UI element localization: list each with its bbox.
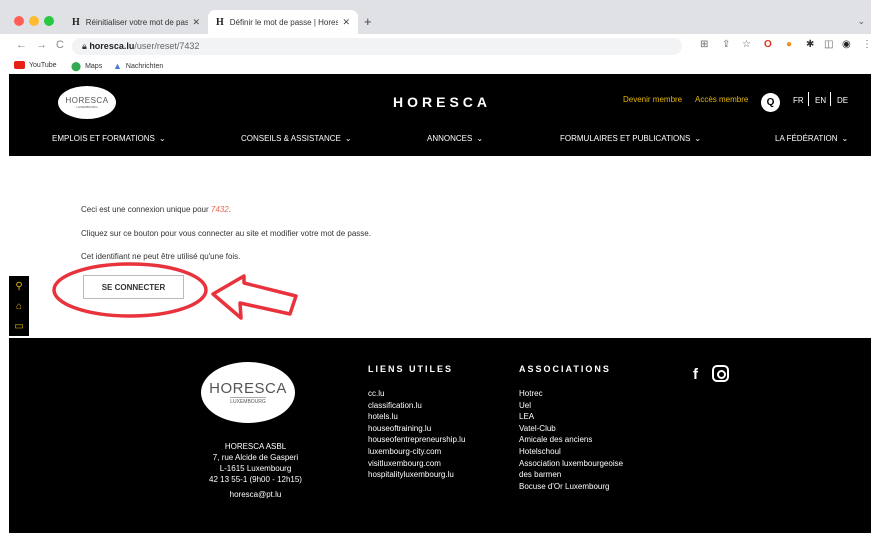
liens-utiles-heading: LIENS UTILES	[368, 364, 454, 374]
address-line: L-1615 Luxembourg	[219, 464, 292, 473]
association-item[interactable]: Hotrec	[519, 388, 623, 400]
association-item[interactable]: Hotelschoul	[519, 446, 623, 458]
logo-subtext: LUXEMBOURG	[230, 397, 266, 405]
highlight-ellipse	[52, 262, 208, 318]
email-link[interactable]: horesca@pt.lu	[199, 489, 312, 500]
site-footer: HORESCA LUXEMBOURG HORESCA ASBL 7, rue A…	[9, 338, 871, 533]
footer-link[interactable]: cc.lu	[368, 388, 465, 400]
footer-link[interactable]: visitluxembourg.com	[368, 458, 465, 470]
association-item[interactable]: LEA	[519, 411, 623, 423]
instagram-icon[interactable]	[712, 365, 729, 382]
footer-link[interactable]: hotels.lu	[368, 411, 465, 423]
logo-text: HORESCA	[209, 380, 287, 397]
associations-list: Hotrec Uel LEA Vatel-Club Amicale des an…	[519, 388, 623, 492]
facebook-icon[interactable]: f	[693, 366, 698, 383]
association-item[interactable]: des barmen	[519, 469, 623, 481]
footer-link[interactable]: hospitalityluxembourg.lu	[368, 469, 465, 481]
association-item[interactable]: Vatel-Club	[519, 423, 623, 435]
association-item[interactable]: Association luxembourgeoise	[519, 458, 623, 470]
association-item[interactable]: Bocuse d'Or Luxembourg	[519, 481, 623, 493]
footer-link[interactable]: houseoftraining.lu	[368, 423, 465, 435]
footer-horesca-logo[interactable]: HORESCA LUXEMBOURG	[201, 362, 295, 423]
footer-address: HORESCA ASBL 7, rue Alcide de Gasperi L-…	[199, 441, 312, 500]
association-item[interactable]: Uel	[519, 400, 623, 412]
phone-line: 42 13 55-1 (9h00 - 12h15)	[209, 475, 302, 484]
pointing-arrow	[211, 274, 298, 320]
footer-link[interactable]: classification.lu	[368, 400, 465, 412]
address-line: HORESCA ASBL	[224, 442, 287, 451]
footer-link[interactable]: luxembourg-city.com	[368, 446, 465, 458]
address-line: 7, rue Alcide de Gasperi	[212, 453, 299, 462]
associations-heading: ASSOCIATIONS	[519, 364, 611, 374]
association-item[interactable]: Amicale des anciens	[519, 434, 623, 446]
footer-link[interactable]: houseofentrepreneurship.lu	[368, 434, 465, 446]
liens-utiles-list: cc.lu classification.lu hotels.lu houseo…	[368, 388, 465, 481]
